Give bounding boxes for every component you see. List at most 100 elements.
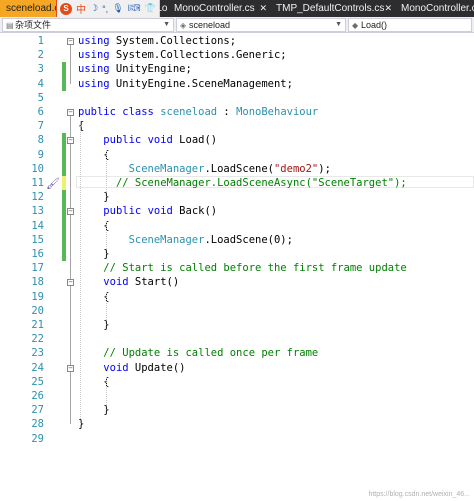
code-text: using UnityEngine.SceneManagement; [78, 77, 293, 90]
code-line[interactable]: 15 SceneManager.LoadScene(0); [0, 233, 474, 247]
code-line[interactable]: 14 { [0, 219, 474, 233]
line-number: 15 [31, 233, 44, 246]
code-line[interactable]: 23 // Update is called once per frame [0, 346, 474, 360]
tab-monocontroller-2[interactable]: MonoController.cs [395, 0, 474, 17]
code-line[interactable]: 28} [0, 417, 474, 431]
code-line[interactable]: 3 using UnityEngine; [0, 62, 474, 76]
collapse-icon[interactable]: − [67, 208, 74, 216]
code-text: { [78, 120, 85, 133]
code-text: } [78, 404, 110, 417]
member-label: Load() [361, 20, 388, 30]
collapse-icon[interactable]: − [67, 364, 74, 372]
outline-line [70, 371, 71, 411]
line-number: 6 [37, 106, 44, 118]
line-number: 20 [31, 304, 44, 317]
change-marker [62, 176, 66, 191]
code-line[interactable]: 29 [0, 432, 474, 446]
code-text: } [78, 248, 110, 260]
code-line[interactable]: 22 [0, 332, 474, 346]
code-text: public class sceneload : MonoBehaviour [78, 106, 319, 118]
collapse-icon[interactable]: − [67, 38, 74, 45]
line-number: 27 [31, 404, 44, 417]
line-number: 17 [31, 262, 44, 275]
code-line[interactable]: 21 } [0, 318, 474, 332]
code-text: // Start is called before the first fram… [103, 262, 407, 275]
project-dropdown[interactable]: ▤杂项文件 ▼ [2, 18, 174, 32]
document-tab-bar: sceneload.cs* S 中 ☽ °, 🎙 ⌨ 👕 SceneLoader… [0, 0, 474, 17]
line-number: 16 [31, 248, 44, 260]
line-number: 3 [37, 63, 44, 76]
collapse-icon[interactable]: − [67, 279, 74, 287]
collapse-icon[interactable]: − [67, 137, 74, 145]
code-text: SceneManager.LoadScene("demo2"); [128, 162, 331, 175]
ime-punct-icon: °, [102, 3, 109, 14]
code-line[interactable]: 16 } [0, 247, 474, 261]
code-line[interactable]: 4 using UnityEngine.SceneManagement; [0, 77, 474, 91]
code-line[interactable]: 27 } [0, 403, 474, 417]
line-number: 7 [37, 120, 44, 133]
tab-sceneload[interactable]: sceneload.cs* [0, 0, 68, 17]
line-number: 21 [31, 319, 44, 331]
navigation-bar: ▤杂项文件 ▼ ◈ sceneload ▼ ◆ Load() [0, 17, 474, 33]
collapse-icon[interactable]: − [67, 109, 74, 116]
code-line[interactable]: 10 SceneManager.LoadScene("demo2"); [0, 162, 474, 176]
code-text: public void Back() [103, 205, 218, 218]
code-line[interactable]: 7{ [0, 119, 474, 133]
tab-monocontroller[interactable]: MonoController.cs ✕ [168, 0, 270, 17]
line-number: 4 [37, 77, 44, 90]
code-text: } [78, 319, 110, 331]
indent-guide [106, 149, 107, 193]
tab-label: TMP_DefaultControls.cs [276, 3, 385, 14]
method-icon: ◆ [352, 21, 359, 30]
code-line[interactable]: 2 using System.Collections.Generic; [0, 48, 474, 62]
quick-actions-brush-icon[interactable]: 🖌 [46, 177, 60, 190]
line-number: 26 [31, 390, 44, 402]
code-text: SceneManager.LoadScene(0); [128, 233, 293, 246]
code-editor[interactable]: https://blog.csdn.net/weixin_46... 1 usin… [0, 33, 474, 501]
outline-line [70, 144, 71, 198]
close-icon[interactable]: ✕ [384, 0, 392, 17]
code-text: { [78, 148, 110, 161]
indent-guide [106, 291, 107, 320]
outline-line [70, 215, 71, 254]
class-label: sceneload [189, 20, 231, 30]
file-icon: ▤ [6, 21, 14, 30]
ime-moon-icon: ☽ [90, 3, 99, 13]
code-text: public void Load() [103, 134, 218, 147]
ime-logo-icon: S [60, 2, 72, 15]
tab-sceneloader[interactable]: SceneLoader.cs [122, 0, 168, 17]
line-number: 2 [37, 49, 44, 62]
tab-label: SceneLoader.cs [128, 3, 168, 14]
code-text: using System.Collections.Generic; [78, 49, 287, 62]
code-text: // Update is called once per frame [103, 347, 319, 360]
tab-label: MonoController.cs [174, 3, 255, 14]
code-text: { [78, 219, 110, 232]
code-text: // SceneManager.LoadSceneAsync("SceneTar… [115, 177, 407, 189]
indent-guide [106, 220, 107, 249]
indent-guide [80, 121, 81, 420]
member-dropdown[interactable]: ◆ Load() [348, 18, 472, 32]
class-dropdown[interactable]: ◈ sceneload ▼ [176, 18, 346, 32]
close-icon[interactable]: ✕ [259, 0, 267, 17]
code-line[interactable]: 19 { [0, 290, 474, 304]
code-line[interactable]: 12 } [0, 190, 474, 204]
line-number: 12 [31, 191, 44, 204]
code-line[interactable]: 25 { [0, 375, 474, 389]
outline-line [70, 286, 71, 325]
change-marker [62, 62, 66, 91]
code-line[interactable]: 26 [0, 389, 474, 403]
code-line[interactable]: 17 // Start is called before the first f… [0, 261, 474, 275]
code-line[interactable]: 5 [0, 91, 474, 105]
code-line[interactable]: 20 [0, 304, 474, 318]
line-number: 25 [31, 375, 44, 388]
line-number: 28 [31, 418, 44, 431]
code-line[interactable]: 11 // SceneManager.LoadSceneAsync("Scene… [0, 176, 474, 190]
change-marker [62, 133, 66, 176]
tab-tmp-defaultcontrols[interactable]: TMP_DefaultControls.cs ✕ [270, 0, 395, 17]
ime-language-label: 中 [76, 5, 86, 16]
code-line[interactable]: 9 { [0, 148, 474, 162]
watermark: https://blog.csdn.net/weixin_46... [368, 491, 470, 498]
project-label: 杂项文件 [15, 20, 52, 30]
line-number: 11 [31, 177, 44, 189]
tab-label: MonoController.cs [401, 3, 474, 14]
